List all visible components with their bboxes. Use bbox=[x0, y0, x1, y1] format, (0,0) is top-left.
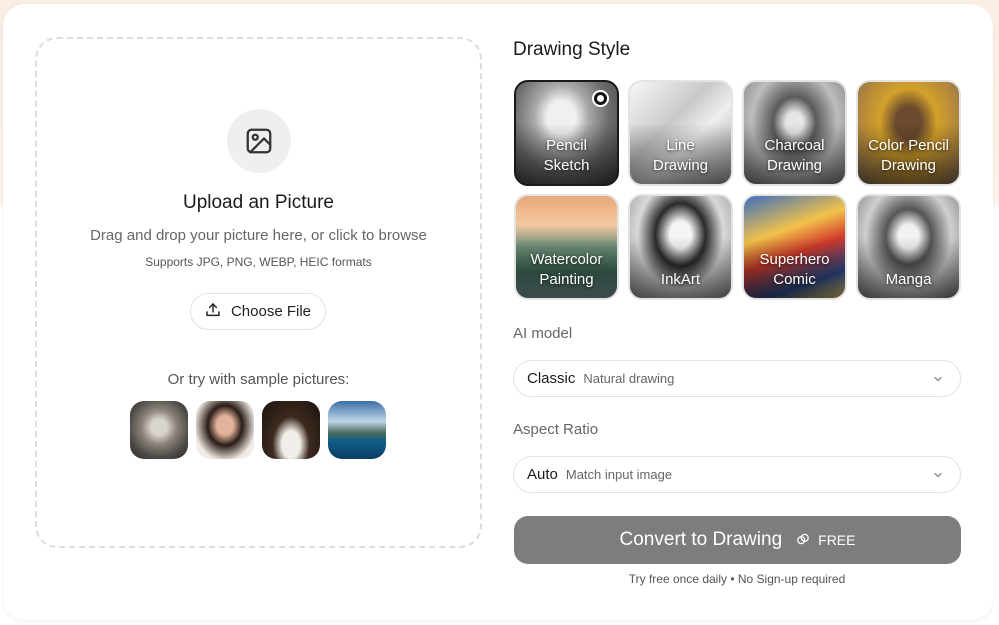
aspect-ratio-value: Auto bbox=[527, 466, 558, 483]
style-inkart[interactable]: InkArt bbox=[628, 194, 733, 300]
upload-title: Upload an Picture bbox=[182, 192, 335, 213]
selected-radio-icon bbox=[592, 90, 609, 107]
style-charcoal-drawing[interactable]: Charcoal Drawing bbox=[742, 80, 847, 186]
style-manga[interactable]: Manga bbox=[856, 194, 961, 300]
style-line-drawing[interactable]: Line Drawing bbox=[628, 80, 733, 186]
ai-model-hint: Natural drawing bbox=[583, 371, 675, 386]
style-superhero-comic[interactable]: Superhero Comic bbox=[742, 194, 847, 300]
ai-model-select[interactable]: Classic Natural drawing bbox=[513, 360, 961, 397]
upload-formats: Supports JPG, PNG, WEBP, HEIC formats bbox=[145, 255, 372, 269]
sample-list bbox=[130, 401, 386, 459]
upload-icon bbox=[205, 302, 221, 322]
style-label: Color Pencil Drawing bbox=[868, 137, 949, 174]
style-label: Superhero Comic bbox=[759, 251, 830, 288]
sample-man[interactable] bbox=[262, 401, 320, 459]
style-label: Line Drawing bbox=[652, 137, 709, 174]
convert-to-drawing-button[interactable]: Convert to Drawing FREE bbox=[514, 516, 961, 564]
convert-label: Convert to Drawing bbox=[619, 529, 783, 550]
sample-label: Or try with sample pictures: bbox=[167, 371, 350, 388]
aspect-ratio-label: Aspect Ratio bbox=[513, 421, 599, 438]
style-grid: Pencil Sketch Line Drawing Charcoal Draw… bbox=[514, 80, 961, 300]
choose-file-button[interactable]: Choose File bbox=[190, 293, 326, 330]
upload-subtitle: Drag and drop your picture here, or clic… bbox=[90, 227, 427, 244]
free-badge: FREE bbox=[796, 532, 855, 549]
sample-cat[interactable] bbox=[130, 401, 188, 459]
style-label: Manga bbox=[885, 271, 932, 288]
style-color-pencil-drawing[interactable]: Color Pencil Drawing bbox=[856, 80, 961, 186]
style-label: InkArt bbox=[660, 271, 701, 288]
ai-model-value: Classic bbox=[527, 370, 576, 387]
choose-file-label: Choose File bbox=[230, 303, 312, 320]
style-pencil-sketch[interactable]: Pencil Sketch bbox=[514, 80, 619, 186]
style-label: Charcoal Drawing bbox=[764, 137, 825, 174]
drawing-style-title: Drawing Style bbox=[513, 39, 631, 60]
sample-lake[interactable] bbox=[328, 401, 386, 459]
free-note: Try free once daily • No Sign-up require… bbox=[628, 572, 846, 586]
free-label: FREE bbox=[818, 532, 856, 548]
aspect-ratio-select[interactable]: Auto Match input image bbox=[513, 456, 961, 493]
upload-dropzone[interactable]: Upload an Picture Drag and drop your pic… bbox=[35, 37, 482, 548]
chevron-down-icon bbox=[932, 468, 944, 486]
coin-icon bbox=[796, 532, 810, 549]
aspect-ratio-hint: Match input image bbox=[565, 467, 673, 482]
sample-woman[interactable] bbox=[196, 401, 254, 459]
image-icon bbox=[227, 109, 291, 173]
style-watercolor-painting[interactable]: Watercolor Painting bbox=[514, 194, 619, 300]
style-label: Pencil Sketch bbox=[543, 137, 590, 174]
ai-model-label: AI model bbox=[513, 325, 573, 342]
style-label: Watercolor Painting bbox=[530, 251, 603, 288]
chevron-down-icon bbox=[932, 372, 944, 390]
